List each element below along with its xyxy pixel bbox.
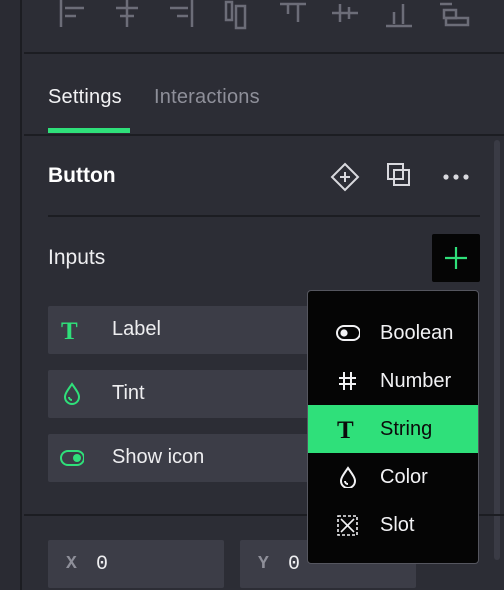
duplicate-icon[interactable] xyxy=(386,162,416,192)
x-axis-label: X xyxy=(66,554,77,574)
menu-item-number[interactable]: Number xyxy=(308,357,478,405)
add-input-type-menu: Boolean Number T String Color Slot xyxy=(307,290,479,564)
distribute-horizontal-icon[interactable] xyxy=(438,0,470,32)
menu-item-slot[interactable]: Slot xyxy=(308,501,478,549)
droplet-icon xyxy=(63,382,81,405)
text-type-icon: T xyxy=(337,418,354,440)
droplet-icon xyxy=(339,466,357,488)
menu-item-label: String xyxy=(380,418,433,440)
component-title: Button xyxy=(48,164,116,187)
toggle-icon xyxy=(60,450,84,466)
plus-icon xyxy=(445,247,467,269)
input-row-label-text: Label xyxy=(112,318,161,340)
input-row-show-icon-text: Show icon xyxy=(112,446,205,468)
left-panel-edge xyxy=(0,0,22,590)
menu-item-boolean[interactable]: Boolean xyxy=(308,309,478,357)
input-row-tint[interactable]: Tint xyxy=(48,370,348,418)
svg-text:T: T xyxy=(61,318,78,342)
add-input-button[interactable] xyxy=(432,234,480,282)
panel-scrollbar[interactable] xyxy=(494,140,500,560)
tab-settings[interactable]: Settings xyxy=(48,86,122,109)
align-center-vertical-icon[interactable] xyxy=(278,0,308,32)
tab-interactions[interactable]: Interactions xyxy=(154,86,260,109)
align-right-icon[interactable] xyxy=(166,0,196,32)
menu-item-string[interactable]: T String xyxy=(308,405,478,453)
text-type-icon: T xyxy=(61,318,78,342)
section-divider xyxy=(48,215,480,217)
align-left-icon[interactable] xyxy=(58,0,88,32)
menu-item-label: Number xyxy=(380,370,452,392)
align-top-icon[interactable] xyxy=(222,0,252,32)
input-row-label[interactable]: T Label xyxy=(48,306,348,354)
panel-tabs: Settings Interactions xyxy=(24,56,504,136)
align-center-horizontal-icon[interactable] xyxy=(112,0,142,32)
menu-item-label: Boolean xyxy=(380,322,454,344)
menu-item-color[interactable]: Color xyxy=(308,453,478,501)
inputs-heading: Inputs xyxy=(48,246,106,269)
svg-text:T: T xyxy=(337,418,354,440)
input-row-show-icon[interactable]: Show icon xyxy=(48,434,348,482)
toggle-icon xyxy=(336,325,360,341)
properties-panel: Settings Interactions Button Inputs T La… xyxy=(24,0,504,590)
menu-item-label: Color xyxy=(380,466,428,488)
active-tab-indicator xyxy=(48,128,130,133)
slot-icon xyxy=(337,515,358,536)
input-row-tint-text: Tint xyxy=(112,382,145,404)
component-icon[interactable] xyxy=(330,162,360,192)
more-icon[interactable] xyxy=(442,162,472,192)
align-bottom-icon[interactable] xyxy=(384,0,414,32)
y-position-value[interactable]: 0 xyxy=(288,553,300,576)
menu-item-label: Slot xyxy=(380,514,415,536)
alignment-toolbar xyxy=(24,0,504,54)
x-position-field[interactable]: X 0 xyxy=(48,540,224,588)
y-axis-label: Y xyxy=(258,554,269,574)
distribute-vertical-icon[interactable] xyxy=(330,0,360,32)
x-position-value[interactable]: 0 xyxy=(96,553,108,576)
hash-icon xyxy=(339,372,356,390)
